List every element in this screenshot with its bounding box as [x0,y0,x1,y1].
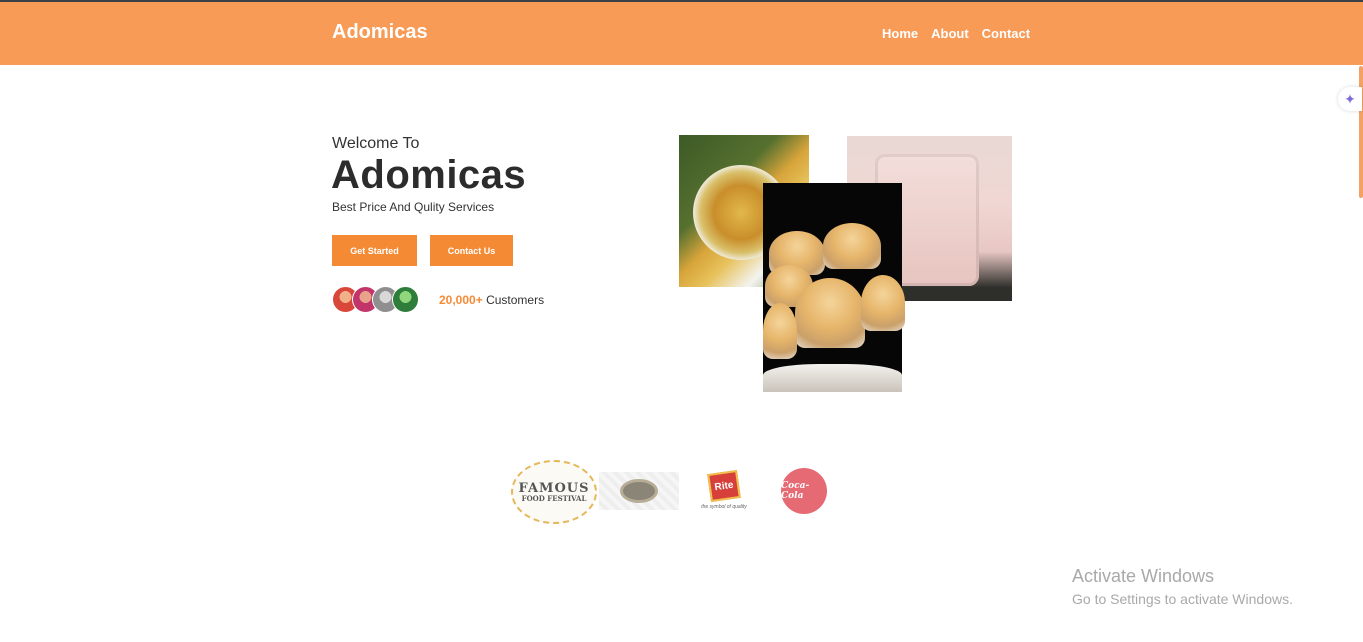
avatar [392,286,419,313]
sparkle-icon[interactable]: ✦ [1338,87,1362,111]
badge-logo [599,472,679,510]
muffins-image [763,183,905,392]
get-started-button[interactable]: Get Started [332,235,417,266]
scrollbar-thumb[interactable] [1359,66,1363,198]
hero-tagline: Best Price And Qulity Services [332,200,495,214]
brand-logo[interactable]: Adomicas [332,21,428,44]
customer-count-number: 20,000+ [439,293,483,307]
partner-logos: FAMOUS FOOD FESTIVAL Rite the symbol of … [511,458,841,526]
contact-us-button[interactable]: Contact Us [430,235,513,266]
welcome-text: Welcome To [332,135,420,152]
hero-title: Adomicas [331,153,527,197]
watermark-title: Activate Windows [1072,566,1215,586]
watermark-subtitle: Go to Settings to activate Windows. [1072,591,1293,607]
nav-home-link[interactable]: Home [882,26,918,41]
famous-food-festival-logo: FAMOUS FOOD FESTIVAL [511,460,597,524]
coca-cola-logo: Coca-Cola [781,468,827,514]
windows-activation-watermark: Activate Windows Go to Settings to activ… [1072,566,1293,607]
nav-contact-link[interactable]: Contact [982,26,1030,41]
main-nav: Home About Contact [882,26,1030,41]
customer-count: 20,000+ Customers [439,293,544,307]
rite-logo: Rite the symbol of quality [689,464,759,518]
navbar: Adomicas Home About Contact [0,2,1363,65]
customer-avatars [332,286,419,313]
customer-count-label: Customers [486,293,545,307]
nav-about-link[interactable]: About [931,26,969,41]
